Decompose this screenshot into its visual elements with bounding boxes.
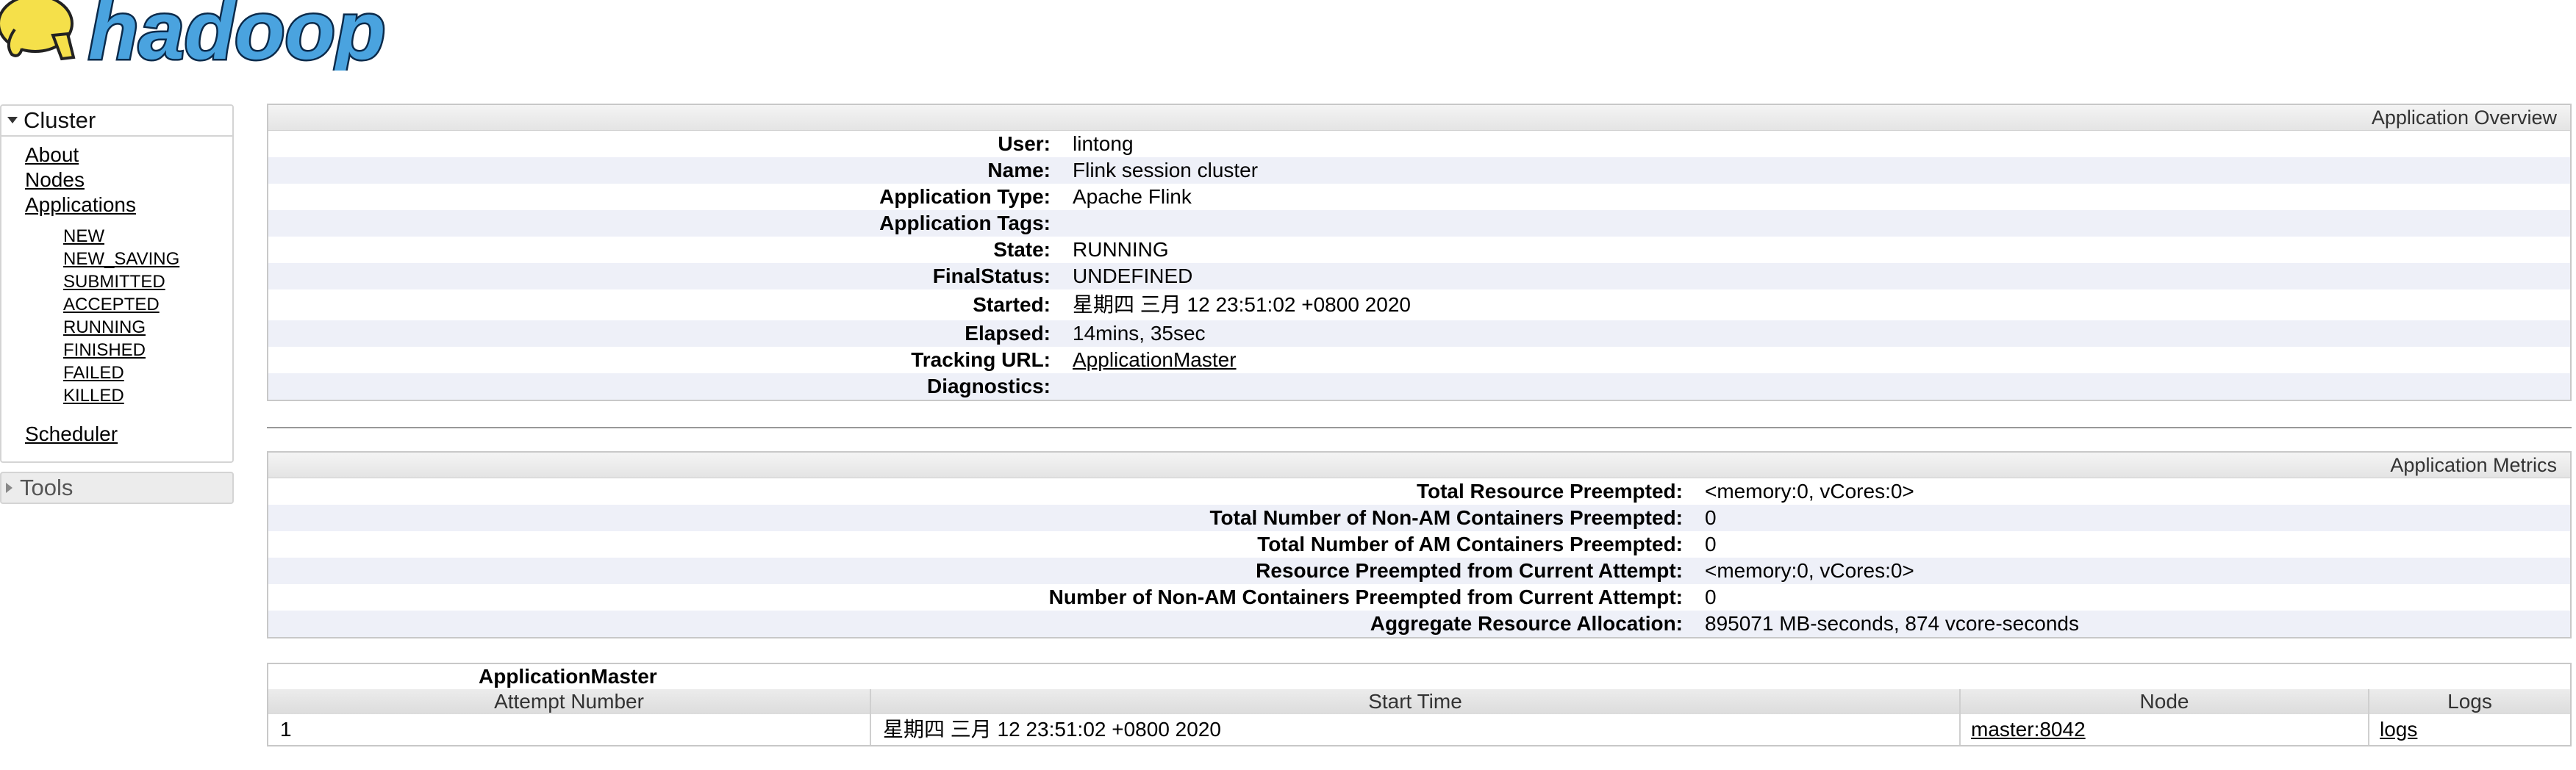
cluster-header[interactable]: Cluster xyxy=(1,106,232,137)
attempt-number-cell: 1 xyxy=(268,714,871,745)
overview-label: Application Type: xyxy=(879,185,1051,208)
overview-label: Elapsed: xyxy=(965,322,1051,345)
app-master-title: ApplicationMaster xyxy=(479,665,657,688)
col-start-time[interactable]: Start Time xyxy=(871,689,1961,714)
metrics-row: Total Number of AM Containers Preempted:… xyxy=(268,531,2570,558)
cluster-nav: Cluster About Nodes Applications NEW NEW… xyxy=(0,104,234,463)
overview-label: Application Tags: xyxy=(879,212,1051,234)
col-attempt-number[interactable]: Attempt Number xyxy=(268,689,871,714)
nav-link-nodes[interactable]: Nodes xyxy=(25,168,232,192)
metrics-label: Total Number of AM Containers Preempted: xyxy=(1257,533,1683,555)
nav-link-scheduler[interactable]: Scheduler xyxy=(25,422,232,447)
table-row: 1 星期四 三月 12 23:51:02 +0800 2020 master:8… xyxy=(268,714,2570,745)
overview-label: FinalStatus: xyxy=(932,265,1051,287)
overview-value: 14mins, 35sec xyxy=(1073,322,1206,345)
overview-value: UNDEFINED xyxy=(1073,265,1193,287)
caret-right-icon xyxy=(6,482,12,493)
overview-row: Diagnostics: xyxy=(268,373,2570,400)
overview-row: Started: 星期四 三月 12 23:51:02 +0800 2020 xyxy=(268,289,2570,320)
overview-value: RUNNING xyxy=(1073,238,1169,261)
app-state-running[interactable]: RUNNING xyxy=(63,316,232,339)
overview-label: User: xyxy=(998,132,1051,155)
overview-row: Application Type: Apache Flink xyxy=(268,184,2570,210)
tracking-url-link[interactable]: ApplicationMaster xyxy=(1073,348,1237,371)
application-overview-panel: Application Overview User: lintong Name: F… xyxy=(267,104,2572,401)
overview-row: FinalStatus: UNDEFINED xyxy=(268,263,2570,289)
overview-value: 星期四 三月 12 23:51:02 +0800 2020 xyxy=(1073,293,1411,316)
start-time-cell: 星期四 三月 12 23:51:02 +0800 2020 xyxy=(871,714,1961,745)
overview-label: Tracking URL: xyxy=(911,348,1051,371)
overview-value xyxy=(1073,210,2570,237)
app-state-failed[interactable]: FAILED xyxy=(63,361,232,384)
tools-label: Tools xyxy=(20,475,74,500)
application-master-panel: ApplicationMaster Attempt Number Start T… xyxy=(267,663,2572,746)
overview-row: Elapsed: 14mins, 35sec xyxy=(268,320,2570,347)
overview-row: Tracking URL: ApplicationMaster xyxy=(268,347,2570,373)
nav-link-about[interactable]: About xyxy=(25,143,232,168)
overview-label: Diagnostics: xyxy=(926,375,1051,397)
metrics-value: 895071 MB-seconds, 874 vcore-seconds xyxy=(1705,612,2079,635)
col-node[interactable]: Node xyxy=(1961,689,2369,714)
tools-header[interactable]: Tools xyxy=(0,472,234,504)
overview-row: Name: Flink session cluster xyxy=(268,157,2570,184)
application-metrics-panel: Application Metrics Total Resource Preem… xyxy=(267,451,2572,638)
metrics-row: Resource Preempted from Current Attempt:… xyxy=(268,558,2570,584)
metrics-label: Number of Non-AM Containers Preempted fr… xyxy=(1048,586,1683,608)
overview-value: Flink session cluster xyxy=(1073,159,1259,181)
metrics-title: Application Metrics xyxy=(268,453,2570,478)
app-state-finished[interactable]: FINISHED xyxy=(63,339,232,361)
hadoop-logo[interactable]: hadoop xyxy=(0,0,426,79)
app-state-killed[interactable]: KILLED xyxy=(63,384,232,407)
metrics-row: Total Resource Preempted: <memory:0, vCor… xyxy=(268,478,2570,505)
app-state-new-saving[interactable]: NEW_SAVING xyxy=(63,248,232,270)
cluster-label: Cluster xyxy=(24,107,96,133)
metrics-label: Total Resource Preempted: xyxy=(1416,480,1683,503)
overview-value xyxy=(1073,373,2570,400)
metrics-value: <memory:0, vCores:0> xyxy=(1705,559,1914,582)
metrics-value: <memory:0, vCores:0> xyxy=(1705,480,1914,503)
nav-link-applications[interactable]: Applications xyxy=(25,192,232,217)
app-state-submitted[interactable]: SUBMITTED xyxy=(63,270,232,293)
app-state-new[interactable]: NEW xyxy=(63,225,232,248)
logs-link[interactable]: logs xyxy=(2380,718,2417,741)
app-state-accepted[interactable]: ACCEPTED xyxy=(63,293,232,316)
overview-row: User: lintong xyxy=(268,131,2570,157)
section-divider xyxy=(267,427,2572,428)
app-master-header: Attempt Number Start Time Node Logs xyxy=(268,689,2570,714)
sidebar: Cluster About Nodes Applications NEW NEW… xyxy=(0,104,235,504)
node-link[interactable]: master:8042 xyxy=(1971,718,2086,741)
caret-down-icon xyxy=(7,117,18,124)
metrics-row: Aggregate Resource Allocation: 895071 MB-… xyxy=(268,611,2570,637)
col-logs[interactable]: Logs xyxy=(2369,689,2570,714)
metrics-row: Number of Non-AM Containers Preempted fr… xyxy=(268,584,2570,611)
metrics-label: Aggregate Resource Allocation: xyxy=(1370,612,1683,635)
logo-wordmark: hadoop xyxy=(88,0,385,71)
overview-value: Apache Flink xyxy=(1073,185,1192,208)
overview-title: Application Overview xyxy=(268,105,2570,131)
overview-label: Started: xyxy=(973,293,1051,316)
metrics-label: Resource Preempted from Current Attempt: xyxy=(1256,559,1683,582)
metrics-label: Total Number of Non-AM Containers Preemp… xyxy=(1209,506,1683,529)
metrics-value: 0 xyxy=(1705,506,1717,529)
metrics-value: 0 xyxy=(1705,533,1717,555)
overview-row: Application Tags: xyxy=(268,210,2570,237)
overview-rows: User: lintong Name: Flink session cluster … xyxy=(268,131,2570,400)
overview-label: Name: xyxy=(987,159,1051,181)
metrics-row: Total Number of Non-AM Containers Preemp… xyxy=(268,505,2570,531)
overview-value: lintong xyxy=(1073,132,1134,155)
metrics-value: 0 xyxy=(1705,586,1717,608)
overview-row: State: RUNNING xyxy=(268,237,2570,263)
overview-label: State: xyxy=(993,238,1051,261)
elephant-icon: hadoop xyxy=(0,0,387,79)
